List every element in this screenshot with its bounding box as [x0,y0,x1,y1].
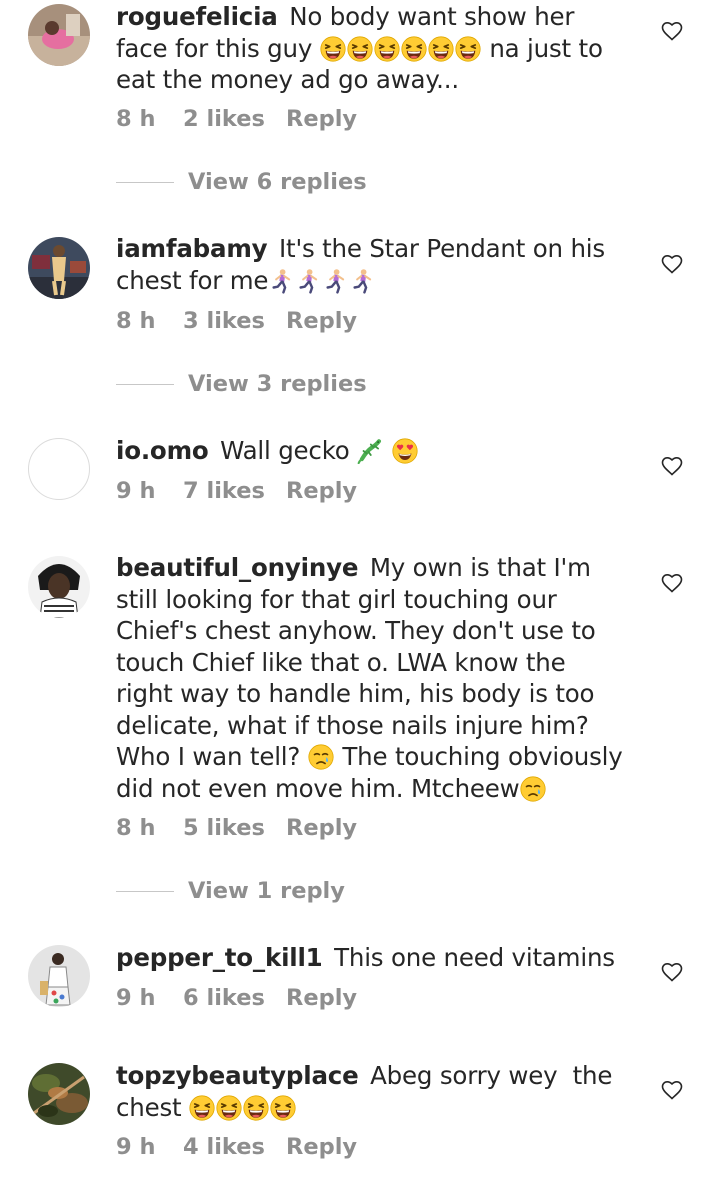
comment-meta: 9 h 4 likes Reply [116,1132,357,1162]
comment-time: 8 h [116,815,156,841]
comment-meta: 8 h 5 likes Reply [116,813,357,843]
reply-button[interactable]: Reply [286,813,357,843]
heart-eyes-face-icon [392,438,418,464]
comment-username[interactable]: beautiful_onyinye [116,553,358,582]
like-heart-icon[interactable] [660,960,684,984]
comment-text: beautiful_onyinye My own is that I'm sti… [116,552,626,804]
comment-text: roguefelicia No body want show her face … [116,1,626,96]
avatar[interactable] [28,4,90,66]
comment-text: io.omo Wall gecko [116,435,626,467]
comment-likes[interactable]: 5 likes [183,813,286,843]
comment-time: 9 h [116,1134,156,1160]
grinning-squinting-face-icon [216,1095,242,1121]
avatar[interactable] [28,237,90,299]
avatar[interactable] [28,556,90,618]
view-replies-button[interactable]: View 3 replies [116,369,367,399]
comment-time: 8 h [116,106,156,132]
divider-line [116,891,174,892]
comment-body: Wall gecko [220,436,350,465]
comment-time: 9 h [116,478,156,504]
woman-running-icon [322,268,348,294]
like-heart-icon[interactable] [660,454,684,478]
comment-username[interactable]: iamfabamy [116,234,268,263]
grinning-squinting-face-icon [270,1095,296,1121]
comment-meta: 9 h 6 likes Reply [116,983,357,1013]
woman-running-icon [349,268,375,294]
comment-username[interactable]: roguefelicia [116,2,278,31]
reply-button[interactable]: Reply [286,306,357,336]
avatar[interactable] [28,945,90,1007]
comment-text: iamfabamy It's the Star Pendant on his c… [116,233,626,296]
view-replies-label[interactable]: View 6 replies [188,169,367,195]
divider-line [116,182,174,183]
divider-line [116,384,174,385]
grinning-squinting-face-icon [243,1095,269,1121]
comment-username[interactable]: topzybeautyplace [116,1061,359,1090]
like-heart-icon[interactable] [660,252,684,276]
reply-button[interactable]: Reply [286,476,357,506]
lizard-icon [357,438,383,464]
comment-meta: 9 h 7 likes Reply [116,476,357,506]
comment-body: My own is that I'm still looking for tha… [116,553,596,771]
comment-likes[interactable]: 2 likes [183,104,286,134]
grinning-squinting-face-icon [347,36,373,62]
reply-button[interactable]: Reply [286,104,357,134]
grinning-squinting-face-icon [374,36,400,62]
like-heart-icon[interactable] [660,571,684,595]
reply-button[interactable]: Reply [286,1132,357,1162]
grinning-squinting-face-icon [428,36,454,62]
comment-likes[interactable]: 4 likes [183,1132,286,1162]
crying-face-icon [520,776,546,802]
comment-likes[interactable]: 6 likes [183,983,286,1013]
like-heart-icon[interactable] [660,1078,684,1102]
grinning-squinting-face-icon [189,1095,215,1121]
comment-time: 8 h [116,308,156,334]
grinning-squinting-face-icon [455,36,481,62]
view-replies-button[interactable]: View 6 replies [116,167,367,197]
crying-face-icon [308,744,334,770]
comment-meta: 8 h 3 likes Reply [116,306,357,336]
avatar-placeholder[interactable] [28,438,90,500]
comment-body: This one need vitamins [334,943,615,972]
comment-username[interactable]: io.omo [116,436,209,465]
like-heart-icon[interactable] [660,19,684,43]
grinning-squinting-face-icon [401,36,427,62]
comment-time: 9 h [116,985,156,1011]
reply-button[interactable]: Reply [286,983,357,1013]
comment-username[interactable]: pepper_to_kill1 [116,943,323,972]
avatar[interactable] [28,1063,90,1125]
comment-likes[interactable]: 3 likes [183,306,286,336]
view-replies-label[interactable]: View 1 reply [188,878,345,904]
view-replies-label[interactable]: View 3 replies [188,371,367,397]
comment-meta: 8 h 2 likes Reply [116,104,357,134]
comment-text: topzybeautyplace Abeg sorry wey the ches… [116,1060,626,1123]
comment-text: pepper_to_kill1 This one need vitamins [116,942,626,974]
woman-running-icon [295,268,321,294]
woman-running-icon [268,268,294,294]
comment-likes[interactable]: 7 likes [183,476,286,506]
grinning-squinting-face-icon [320,36,346,62]
view-replies-button[interactable]: View 1 reply [116,876,345,906]
